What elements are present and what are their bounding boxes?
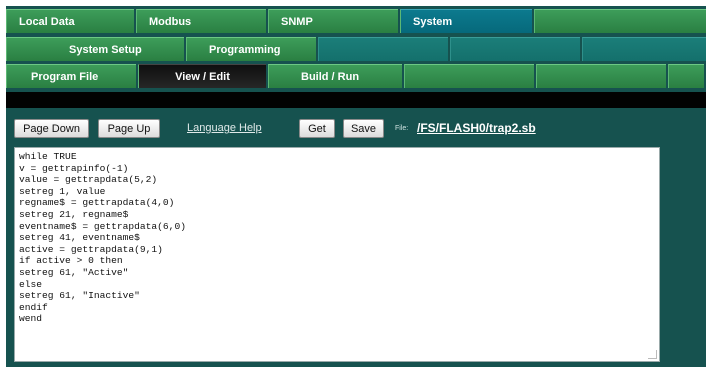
- file-path-link[interactable]: /FS/FLASH0/trap2.sb: [417, 121, 536, 135]
- tab-empty: [404, 64, 534, 88]
- tab-empty: [534, 9, 706, 33]
- tab-system[interactable]: System: [400, 9, 532, 33]
- tab-local-data[interactable]: Local Data: [6, 9, 134, 33]
- code-text[interactable]: while TRUE v = gettrapinfo(-1) value = g…: [15, 148, 659, 328]
- separator-bar: [6, 92, 706, 108]
- file-label: File:: [395, 125, 409, 132]
- tab-empty: [450, 37, 580, 61]
- language-help-link[interactable]: Language Help: [187, 122, 262, 134]
- save-button[interactable]: Save: [343, 119, 384, 138]
- tab-empty: [582, 37, 706, 61]
- page-down-button[interactable]: Page Down: [14, 119, 89, 138]
- tab-empty: [668, 64, 704, 88]
- tab-empty: [318, 37, 448, 61]
- tab-build-run[interactable]: Build / Run: [268, 64, 402, 88]
- page-up-button[interactable]: Page Up: [98, 119, 160, 138]
- programming-tab-row: Program File View / Edit Build / Run: [6, 64, 706, 90]
- tab-system-setup[interactable]: System Setup: [6, 37, 184, 61]
- code-editor[interactable]: while TRUE v = gettrapinfo(-1) value = g…: [14, 147, 660, 362]
- main-tab-row: Local Data Modbus SNMP System: [6, 9, 708, 35]
- tab-program-file[interactable]: Program File: [6, 64, 136, 88]
- sub-tab-row: System Setup Programming: [6, 37, 708, 63]
- app-frame: Local Data Modbus SNMP System System Set…: [6, 6, 706, 367]
- tab-empty: [536, 64, 666, 88]
- tab-modbus[interactable]: Modbus: [136, 9, 266, 33]
- tab-programming[interactable]: Programming: [186, 37, 316, 61]
- get-button[interactable]: Get: [299, 119, 335, 138]
- tab-view-edit[interactable]: View / Edit: [138, 64, 266, 88]
- tab-snmp[interactable]: SNMP: [268, 9, 398, 33]
- editor-toolbar: Page Down Page Up Language Help Get Save…: [6, 116, 706, 140]
- resize-grip-icon[interactable]: [648, 350, 657, 359]
